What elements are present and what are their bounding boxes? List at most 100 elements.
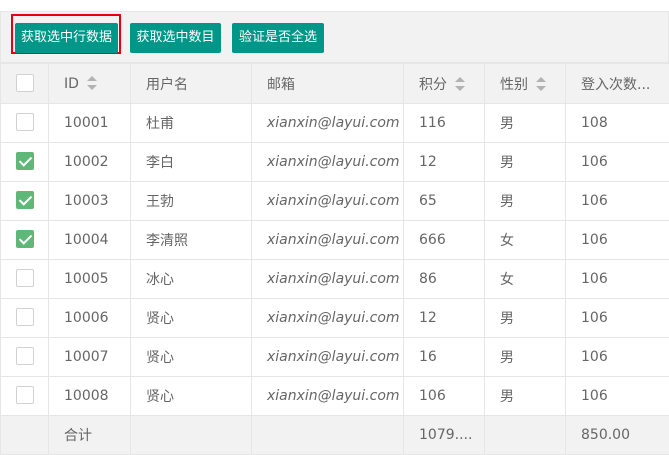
table-row: 10005 冰心 xianxin@layui.com 86 女 106 <box>0 259 669 299</box>
cell-username: 贤心 <box>130 337 252 377</box>
table-row: 10004 李清照 xianxin@layui.com 666 女 106 <box>0 220 669 260</box>
cell-logins: 106 <box>565 220 669 260</box>
row-checkbox-cell <box>0 181 49 221</box>
cell-score: 16 <box>403 337 485 377</box>
footer-checkbox-cell <box>0 415 49 455</box>
header-sex-label: 性别 <box>500 76 528 93</box>
cell-email: xianxin@layui.com <box>251 181 404 221</box>
get-checked-count-button[interactable]: 获取选中数目 <box>130 23 221 53</box>
cell-id: 10004 <box>48 220 131 260</box>
header-sex[interactable]: 性别 <box>484 63 566 104</box>
table-header-row: ID 用户名 邮箱 积分 性别 登入次数... <box>0 63 669 104</box>
cell-username: 李清照 <box>130 220 252 260</box>
cell-id: 10008 <box>48 376 131 416</box>
cell-email: xianxin@layui.com <box>251 103 404 143</box>
row-checkbox-cell <box>0 103 49 143</box>
cell-logins: 106 <box>565 259 669 299</box>
header-logins: 登入次数... <box>565 63 669 104</box>
header-email: 邮箱 <box>251 63 404 104</box>
header-checkbox-cell <box>0 63 49 104</box>
cell-email: xianxin@layui.com <box>251 220 404 260</box>
header-score[interactable]: 积分 <box>403 63 485 104</box>
header-id-label: ID <box>64 75 79 92</box>
table-row: 10008 贤心 xianxin@layui.com 106 男 106 <box>0 376 669 416</box>
cell-score: 116 <box>403 103 485 143</box>
cell-score: 86 <box>403 259 485 299</box>
cell-username: 李白 <box>130 142 252 182</box>
table-row: 10007 贤心 xianxin@layui.com 16 男 106 <box>0 337 669 377</box>
cell-logins: 106 <box>565 142 669 182</box>
row-checkbox[interactable] <box>15 152 34 170</box>
cell-username: 贤心 <box>130 298 252 338</box>
table-footer-row: 合计 1079.... 850.00 <box>0 415 669 455</box>
header-id[interactable]: ID <box>48 63 131 104</box>
cell-email: xianxin@layui.com <box>251 376 404 416</box>
sort-icon[interactable] <box>455 76 465 91</box>
cell-sex: 男 <box>484 298 566 338</box>
table-row: 10001 杜甫 xianxin@layui.com 116 男 108 <box>0 103 669 143</box>
verify-all-checked-button[interactable]: 验证是否全选 <box>232 23 324 53</box>
cell-id: 10003 <box>48 181 131 221</box>
row-checkbox[interactable] <box>15 269 34 287</box>
cell-logins: 106 <box>565 376 669 416</box>
footer-score-total: 1079.... <box>403 415 485 455</box>
row-checkbox-cell <box>0 259 49 299</box>
footer-label: 合计 <box>48 415 131 455</box>
cell-logins: 106 <box>565 298 669 338</box>
cell-sex: 男 <box>484 376 566 416</box>
cell-sex: 男 <box>484 181 566 221</box>
row-checkbox[interactable] <box>15 386 34 404</box>
row-checkbox[interactable] <box>15 308 34 326</box>
select-all-checkbox[interactable] <box>15 73 34 92</box>
footer-sex-cell <box>484 415 566 455</box>
cell-username: 冰心 <box>130 259 252 299</box>
cell-score: 12 <box>403 142 485 182</box>
row-checkbox-cell <box>0 220 49 260</box>
cell-email: xianxin@layui.com <box>251 298 404 338</box>
table-row: 10002 李白 xianxin@layui.com 12 男 106 <box>0 142 669 182</box>
footer-username-cell <box>130 415 252 455</box>
cell-sex: 男 <box>484 337 566 377</box>
get-checked-rows-button[interactable]: 获取选中行数据 <box>15 23 118 53</box>
cell-id: 10005 <box>48 259 131 299</box>
row-checkbox-cell <box>0 337 49 377</box>
cell-sex: 女 <box>484 259 566 299</box>
cell-email: xianxin@layui.com <box>251 142 404 182</box>
footer-logins-total: 850.00 <box>565 415 669 455</box>
cell-id: 10001 <box>48 103 131 143</box>
row-checkbox-cell <box>0 298 49 338</box>
header-username: 用户名 <box>130 63 252 104</box>
row-checkbox[interactable] <box>15 113 34 131</box>
row-checkbox[interactable] <box>15 347 34 365</box>
table-row: 10003 王勃 xianxin@layui.com 65 男 106 <box>0 181 669 221</box>
sort-icon[interactable] <box>86 75 97 90</box>
cell-email: xianxin@layui.com <box>251 259 404 299</box>
row-checkbox-cell <box>0 376 49 416</box>
cell-sex: 男 <box>484 142 566 182</box>
cell-sex: 女 <box>484 220 566 260</box>
cell-logins: 106 <box>565 181 669 221</box>
row-checkbox[interactable] <box>15 230 34 248</box>
cell-logins: 106 <box>565 337 669 377</box>
cell-id: 10006 <box>48 298 131 338</box>
cell-sex: 男 <box>484 103 566 143</box>
cell-score: 106 <box>403 376 485 416</box>
table-toolbar: 获取选中行数据 获取选中数目 验证是否全选 <box>0 12 669 63</box>
cell-username: 杜甫 <box>130 103 252 143</box>
cell-score: 12 <box>403 298 485 338</box>
row-checkbox-cell <box>0 142 49 182</box>
cell-email: xianxin@layui.com <box>251 337 404 377</box>
cell-score: 65 <box>403 181 485 221</box>
cell-id: 10007 <box>48 337 131 377</box>
cell-score: 666 <box>403 220 485 260</box>
table-row: 10006 贤心 xianxin@layui.com 12 男 106 <box>0 298 669 338</box>
cell-logins: 108 <box>565 103 669 143</box>
sort-icon[interactable] <box>536 76 546 91</box>
data-table: ID 用户名 邮箱 积分 性别 登入次数... 10001 杜甫 xianxin… <box>0 63 669 455</box>
row-checkbox[interactable] <box>15 191 34 209</box>
top-strip <box>0 0 669 12</box>
cell-username: 王勃 <box>130 181 252 221</box>
cell-username: 贤心 <box>130 376 252 416</box>
header-score-label: 积分 <box>419 76 447 93</box>
cell-id: 10002 <box>48 142 131 182</box>
